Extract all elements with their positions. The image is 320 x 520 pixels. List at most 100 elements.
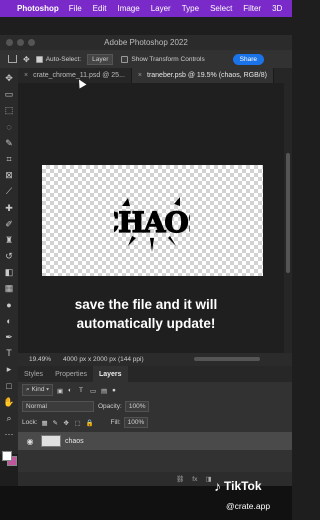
type-filter-icon[interactable]: T <box>79 387 86 394</box>
blend-row: Normal Opacity: 100% <box>18 398 292 414</box>
chaos-logo-text: CHAOS <box>114 206 190 239</box>
tiktok-label: TikTok <box>224 479 262 493</box>
close-tab-icon[interactable]: × <box>24 72 28 79</box>
menu-3d[interactable]: 3D <box>272 4 282 13</box>
add-mask-icon[interactable]: ◨ <box>205 475 211 483</box>
lock-all-icon[interactable]: 🔒 <box>86 419 94 427</box>
menu-filter[interactable]: Filter <box>243 4 261 13</box>
adjustment-filter-icon[interactable]: ◐ <box>68 387 75 394</box>
creator-handle: @crate.app <box>226 501 271 511</box>
auto-select-label: Auto-Select: <box>45 55 82 63</box>
menu-select[interactable]: Select <box>210 4 232 13</box>
frame-tool-icon[interactable]: ⊠ <box>3 169 15 181</box>
tab-properties[interactable]: Properties <box>49 366 93 382</box>
horizontal-scrollbar-thumb[interactable] <box>194 357 260 361</box>
transform-controls-label: Show Transform Controls <box>131 55 205 63</box>
move-tool-icon[interactable]: ✥ <box>23 55 30 64</box>
tab-traneber[interactable]: × traneber.psb @ 19.5% (chaos, RGB/8) <box>131 68 274 83</box>
blend-mode-dropdown[interactable]: Normal <box>22 400 94 412</box>
fill-field[interactable]: 100% <box>123 416 149 428</box>
lock-label: Lock: <box>22 418 38 426</box>
move-tool-icon[interactable]: ✥ <box>3 72 15 84</box>
crop-tool-icon[interactable]: ⌗ <box>3 153 15 165</box>
blur-tool-icon[interactable]: ● <box>3 299 15 311</box>
minimize-window-button[interactable] <box>17 39 24 46</box>
clone-stamp-tool-icon[interactable]: ♜ <box>3 234 15 246</box>
eraser-tool-icon[interactable]: ◧ <box>3 266 15 278</box>
chaos-logo-artwork: CHAOS <box>114 197 190 252</box>
more-tools-icon[interactable]: ⋯ <box>3 428 15 440</box>
menu-layer[interactable]: Layer <box>151 4 171 13</box>
layer-kind-label: Kind <box>31 386 45 393</box>
lock-row: Lock: ▦ ✎ ✥ ⬚ 🔒 Fill: 100% <box>18 414 292 430</box>
tools-panel: ✥ ▭ ⬚ ◌ ✎ ⌗ ⊠ ⟋ ✚ ✐ ♜ ↺ ◧ ▦ ● ◐ ✒ T ▸ □ … <box>0 68 18 467</box>
close-tab-icon[interactable]: × <box>138 72 142 79</box>
window-title: Adobe Photoshop 2022 <box>104 38 188 47</box>
color-swatches[interactable] <box>1 450 17 467</box>
menu-image[interactable]: Image <box>117 4 139 13</box>
foreground-color-swatch[interactable] <box>2 451 12 462</box>
artboard-tool-icon[interactable]: ▭ <box>3 88 15 100</box>
auto-select-dropdown[interactable]: Layer <box>87 53 114 65</box>
layer-row-chaos[interactable]: ◉ chaos <box>18 432 292 450</box>
zoom-tool-icon[interactable]: ⌕ <box>3 412 15 424</box>
link-layers-icon[interactable]: ⛓ <box>176 475 184 483</box>
menu-type[interactable]: Type <box>182 4 199 13</box>
eye-icon[interactable]: ◉ <box>25 437 35 446</box>
layer-filter-row: ⌕ Kind ▾ ▣ ◐ T ▭ ▤ ● <box>18 382 292 398</box>
menu-app-name[interactable]: Photoshop <box>17 4 59 13</box>
layer-name[interactable]: chaos <box>65 438 84 445</box>
layers-panel: Styles Properties Layers ⌕ Kind ▾ ▣ ◐ T … <box>18 366 292 486</box>
history-brush-tool-icon[interactable]: ↺ <box>3 250 15 262</box>
auto-select-checkbox[interactable] <box>35 55 43 63</box>
gradient-tool-icon[interactable]: ▦ <box>3 282 15 294</box>
window-controls <box>6 39 35 46</box>
tab-styles[interactable]: Styles <box>18 366 49 382</box>
scrollbar-thumb[interactable] <box>286 153 290 273</box>
close-window-button[interactable] <box>6 39 13 46</box>
type-tool-icon[interactable]: T <box>3 347 15 359</box>
healing-brush-tool-icon[interactable]: ✚ <box>3 202 15 214</box>
path-selection-tool-icon[interactable]: ▸ <box>3 363 15 375</box>
lasso-tool-icon[interactable]: ◌ <box>3 121 15 133</box>
caption-line-1: save the file and it will <box>74 297 218 312</box>
tiktok-note-icon: ♪ <box>214 478 221 494</box>
lock-image-icon[interactable]: ✎ <box>53 419 60 427</box>
pen-tool-icon[interactable]: ✒ <box>3 331 15 343</box>
lock-artboard-icon[interactable]: ⬚ <box>75 419 82 427</box>
fill-label: Fill: <box>110 418 121 426</box>
status-bar: 19.49% 4000 px x 2000 px (144 ppi) <box>18 353 292 366</box>
transform-controls-checkbox[interactable] <box>121 55 129 63</box>
menu-file[interactable]: File <box>69 4 82 13</box>
lock-position-icon[interactable]: ✥ <box>64 419 71 427</box>
pixel-filter-icon[interactable]: ▣ <box>57 387 64 395</box>
smart-object-filter-icon[interactable]: ▤ <box>101 387 108 395</box>
canvas-vertical-scrollbar[interactable] <box>284 83 292 353</box>
options-bar: ✥ Auto-Select: Layer Show Transform Cont… <box>0 50 292 68</box>
blend-mode-value: Normal <box>26 402 47 410</box>
home-icon[interactable] <box>8 55 17 63</box>
fx-button[interactable]: fx <box>192 476 197 483</box>
document-info[interactable]: 4000 px x 2000 px (144 ppi) <box>63 356 144 363</box>
opacity-field[interactable]: 100% <box>124 400 150 412</box>
rectangle-tool-icon[interactable]: □ <box>3 380 15 392</box>
window-title-bar: Adobe Photoshop 2022 <box>0 35 292 50</box>
layer-kind-filter[interactable]: ⌕ Kind ▾ <box>22 384 54 396</box>
brush-tool-icon[interactable]: ✐ <box>3 218 15 230</box>
share-button[interactable]: Share <box>232 53 264 65</box>
tiktok-watermark: ♪ TikTok <box>214 478 262 494</box>
quick-select-tool-icon[interactable]: ✎ <box>3 137 15 149</box>
zoom-window-button[interactable] <box>28 39 35 46</box>
hand-tool-icon[interactable]: ✋ <box>3 396 15 408</box>
zoom-level[interactable]: 19.49% <box>29 356 51 363</box>
shape-filter-icon[interactable]: ▭ <box>90 387 97 395</box>
caption-line-2: automatically update! <box>76 316 216 331</box>
menu-edit[interactable]: Edit <box>93 4 107 13</box>
tab-label: traneber.psb @ 19.5% (chaos, RGB/8) <box>147 72 267 79</box>
filter-toggle-icon[interactable]: ● <box>112 387 119 394</box>
lock-transparent-icon[interactable]: ▦ <box>42 419 49 427</box>
eyedropper-tool-icon[interactable]: ⟋ <box>3 185 15 197</box>
tab-layers[interactable]: Layers <box>92 366 128 382</box>
dodge-tool-icon[interactable]: ◐ <box>3 315 15 327</box>
marquee-tool-icon[interactable]: ⬚ <box>3 104 15 116</box>
